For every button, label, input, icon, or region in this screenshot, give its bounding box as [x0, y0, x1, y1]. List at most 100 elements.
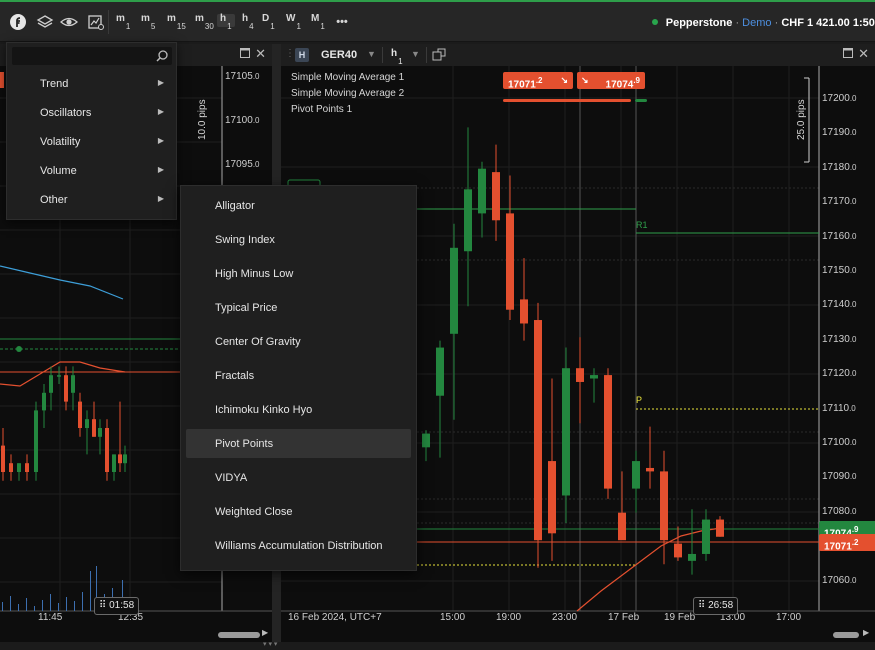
header-separator [382, 47, 383, 63]
indicator-option[interactable]: VIDYA [186, 463, 411, 492]
candle-body [105, 428, 109, 472]
indicator-option-label: Swing Index [215, 234, 275, 246]
timeframe-button[interactable]: h1 [217, 14, 235, 31]
price-axis-label: 17120.0 [822, 368, 856, 379]
category-item[interactable]: Other ▶ [7, 185, 176, 214]
buy-price-button[interactable]: ↘ 17074.9 [577, 72, 645, 90]
price-dec: .0 [849, 369, 857, 379]
price-axis-label: 17110.0 [822, 403, 856, 414]
bottom-strip: ▾ ▾ ▾ [0, 640, 875, 650]
timeframe-letter: m [116, 13, 125, 24]
time-axis-label: 23:00 [552, 612, 578, 623]
category-item[interactable]: Volume ▶ [7, 156, 176, 185]
link-chart-icon[interactable] [432, 48, 446, 65]
price-dec: .0 [849, 472, 857, 482]
drag-handle-icon[interactable]: ⋮ [285, 48, 295, 59]
account-info[interactable]: Pepperstone · Demo · CHF 1 421.00 1:500 [651, 17, 875, 29]
close-icon[interactable]: ✕ [255, 46, 266, 62]
indicator-option[interactable]: Alligator [186, 191, 411, 220]
indicator-search-input[interactable] [12, 47, 172, 65]
symbol-name[interactable]: GER40 [321, 49, 357, 61]
price-axis-label: 17130.0 [822, 334, 856, 345]
scroll-right-icon[interactable]: ▶ [863, 628, 869, 637]
timeframe-button[interactable]: m30 [195, 14, 214, 32]
candle-body [118, 454, 122, 464]
layers-icon[interactable] [36, 13, 54, 31]
eye-icon[interactable] [60, 13, 78, 31]
app-logo-icon[interactable] [9, 13, 27, 31]
candle-body [562, 368, 570, 496]
candle-body [64, 375, 68, 402]
timeframe-button[interactable]: m15 [167, 14, 186, 32]
candle-body [98, 428, 102, 437]
right-chart-header: ⋮ H GER40 ▼ h1 ▼ ✕ [281, 44, 875, 66]
left-horizontal-scrollbar[interactable] [218, 632, 260, 638]
chart-settings-icon[interactable] [87, 13, 105, 31]
chevron-right-icon: ▶ [157, 78, 164, 87]
indicator-option[interactable]: Williams Accumulation Distribution [186, 531, 411, 560]
candle-body [85, 419, 89, 428]
category-label: Trend [40, 78, 69, 90]
legend-sma-2[interactable]: Simple Moving Average 2 [291, 88, 404, 99]
scroll-right-icon[interactable]: ▶ [262, 628, 268, 637]
left-pips-label: 10.0 pips [197, 99, 208, 140]
indicator-option[interactable]: Swing Index [186, 225, 411, 254]
separator-dot: · [735, 17, 740, 29]
timeframe-button[interactable]: m1 [116, 13, 130, 32]
category-item[interactable]: Oscillators ▶ [7, 98, 176, 127]
close-icon[interactable]: ✕ [858, 46, 869, 62]
chevron-right-icon: ▶ [157, 194, 164, 203]
price-int: 17150 [822, 265, 850, 276]
legend-sma-1[interactable]: Simple Moving Average 1 [291, 72, 404, 83]
right-candle-timer: ⠿ 26:58 [693, 597, 739, 615]
legend-pivot-points[interactable]: Pivot Points 1 [291, 104, 352, 115]
maximize-icon[interactable] [843, 48, 853, 61]
price-dec: .0 [849, 403, 856, 413]
indicator-option[interactable]: High Minus Low [186, 259, 411, 288]
more-timeframes-button[interactable]: ••• [333, 13, 351, 31]
candle-body [520, 299, 528, 324]
price-dec: .0 [849, 94, 857, 103]
candle-body [123, 454, 127, 464]
bid-price-tag: 17071.2 [819, 534, 875, 552]
account-mode: Demo [742, 17, 772, 29]
timeframe-button[interactable]: W1 [286, 14, 301, 32]
category-label: Oscillators [40, 107, 92, 119]
panel-resize-icon[interactable]: ▾ ▾ ▾ [263, 640, 277, 648]
chart-timeframe[interactable]: h1 [391, 49, 403, 67]
symbol-dropdown-icon[interactable]: ▼ [367, 49, 376, 59]
price-dec: .0 [849, 231, 857, 241]
right-horizontal-scrollbar[interactable] [833, 632, 859, 638]
left-time-label: 11:45 [38, 612, 63, 623]
indicator-option-label: Weighted Close [215, 506, 293, 518]
category-item[interactable]: Trend ▶ [7, 69, 176, 98]
indicator-option[interactable]: Ichimoku Kinko Hyo [186, 395, 411, 424]
candle-body [17, 463, 21, 472]
chevron-right-icon: ▶ [157, 136, 164, 145]
toolbar-separator [108, 10, 109, 34]
indicator-option[interactable]: Typical Price [186, 293, 411, 322]
indicator-option[interactable]: Center Of Gravity [186, 327, 411, 356]
ask-tag-dec: .9 [851, 525, 859, 534]
candle-body [702, 519, 710, 554]
timeframe-button[interactable]: h4 [242, 14, 254, 32]
timeframe-button[interactable]: M1 [311, 14, 325, 32]
category-label: Other [40, 194, 68, 206]
indicator-option[interactable]: Fractals [186, 361, 411, 390]
price-dec: .0 [252, 72, 260, 81]
indicator-option[interactable]: Weighted Close [186, 497, 411, 526]
indicator-option-label: Typical Price [215, 302, 278, 314]
price-axis-label: 17140.0 [822, 299, 856, 310]
indicator-option-label: Ichimoku Kinko Hyo [215, 404, 313, 416]
buy-price-dec: .9 [633, 76, 640, 85]
timeframe-button[interactable]: m5 [141, 14, 155, 32]
candle-body [632, 461, 640, 489]
maximize-icon[interactable] [240, 48, 250, 61]
timeframe-dropdown-icon[interactable]: ▼ [411, 49, 420, 59]
sell-price-button[interactable]: 17071.2 ↘ [503, 72, 573, 90]
indicator-option[interactable]: Pivot Points [186, 429, 411, 458]
timeframe-button[interactable]: D1 [262, 14, 275, 32]
category-item[interactable]: Volatility ▶ [7, 127, 176, 156]
indicator-option-label: High Minus Low [215, 268, 294, 280]
price-axis-label: 17180.0 [822, 162, 856, 173]
